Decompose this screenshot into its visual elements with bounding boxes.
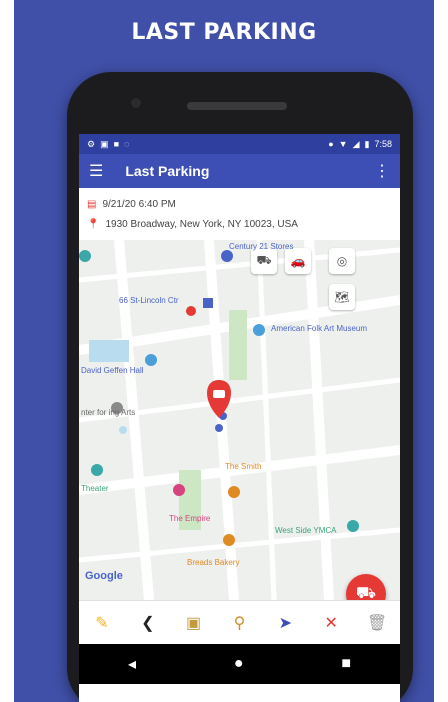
parking-address: 1930 Broadway, New York, NY 10023, USA <box>105 218 298 230</box>
clear-icon[interactable]: ✕ <box>317 609 345 637</box>
more-options-icon[interactable]: ⋮ <box>374 161 390 181</box>
google-logo: Google <box>85 570 123 582</box>
map-layers-button[interactable]: 🗺 <box>329 284 355 310</box>
sync-icon: ◌ <box>124 139 130 149</box>
map-label-ymca: West Side YMCA <box>275 526 337 535</box>
parking-mode-button[interactable]: ⛟ <box>251 248 277 274</box>
settings-icon: ⚙ <box>87 138 96 149</box>
gallery-icon: ▣ <box>100 138 109 149</box>
address-row: 📍 1930 Broadway, New York, NY 10023, USA <box>87 214 392 234</box>
back-icon[interactable]: ◂ <box>128 654 136 674</box>
map-label-century: Century 21 Stores <box>229 242 294 251</box>
map-label-empire: The Empire <box>169 514 211 523</box>
signal-icon: ◢ <box>352 138 360 149</box>
marker-icon[interactable]: ⚲ <box>225 609 253 637</box>
parking-info: ▤ 9/21/20 6:40 PM 📍 1930 Broadway, New Y… <box>79 188 400 240</box>
system-navigation-bar: ◂ ● ■ <box>79 644 400 684</box>
map-label-hall: David Geffen Hall <box>81 366 144 375</box>
map-label-station: 66 St-Lincoln Ctr <box>119 296 179 305</box>
map-label-smith: The Smith <box>225 462 262 471</box>
app-toolbar: ☰ Last Parking ⋮ <box>79 154 400 188</box>
app-title: Last Parking <box>125 163 210 179</box>
map-label-performing: nter for ing Arts <box>81 408 136 417</box>
promo-background: LAST PARKING ⚙ ▣ ■ ◌ ● ▼ ◢ ▮ 7:58 ☰ Last… <box>14 0 434 702</box>
my-location-button[interactable]: ◎ <box>329 248 355 274</box>
location-icon: ● <box>328 139 334 149</box>
map-view[interactable]: ⛟ 🚗 ◎ 🗺 Century 21 Stores 66 St-Lincoln … <box>79 240 400 600</box>
map-label-breads: Breads Bakery <box>187 558 240 567</box>
promo-headline: LAST PARKING <box>131 20 317 45</box>
navigate-icon[interactable]: ➤ <box>271 609 299 637</box>
home-icon[interactable]: ● <box>234 655 244 673</box>
edit-icon[interactable]: ✎ <box>88 609 116 637</box>
car-location-button[interactable]: 🚗 <box>285 248 311 274</box>
calendar-icon: ▤ <box>87 198 97 210</box>
front-camera <box>131 98 141 108</box>
menu-icon[interactable]: ☰ <box>89 161 103 181</box>
recents-icon[interactable]: ■ <box>341 655 351 673</box>
datetime-row: ▤ 9/21/20 6:40 PM <box>87 194 392 214</box>
lock-icon: ■ <box>113 139 120 149</box>
status-bar: ⚙ ▣ ■ ◌ ● ▼ ◢ ▮ 7:58 <box>79 134 400 154</box>
share-icon[interactable]: ❮ <box>134 609 162 637</box>
wifi-icon: ▼ <box>338 139 348 149</box>
phone-screen: ⚙ ▣ ■ ◌ ● ▼ ◢ ▮ 7:58 ☰ Last Parking ⋮ ▤ … <box>79 134 400 702</box>
map-label-museum: American Folk Art Museum <box>271 324 368 333</box>
parking-datetime: 9/21/20 6:40 PM <box>102 198 176 210</box>
battery-icon: ▮ <box>364 138 370 149</box>
pin-icon: 📍 <box>87 218 100 230</box>
map-label-theater: Theater <box>81 484 109 493</box>
earpiece-speaker <box>187 102 287 110</box>
photo-icon[interactable]: ▣ <box>180 609 208 637</box>
bottom-toolbar: ✎ ❮ ▣ ⚲ ➤ ✕ 🗑 <box>79 600 400 645</box>
delete-icon[interactable]: 🗑 <box>363 609 391 637</box>
phone-frame: ⚙ ▣ ■ ◌ ● ▼ ◢ ▮ 7:58 ☰ Last Parking ⋮ ▤ … <box>67 72 413 702</box>
status-time: 7:58 <box>374 139 392 149</box>
